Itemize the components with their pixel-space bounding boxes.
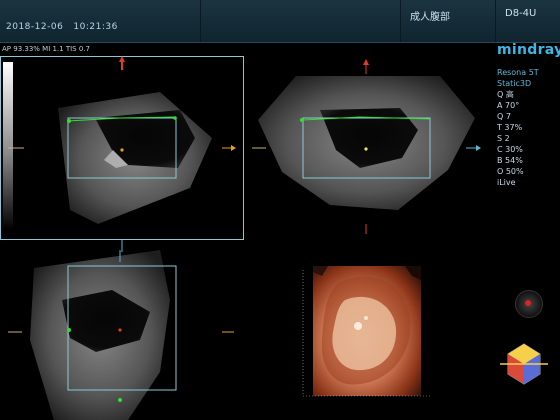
viewport-a[interactable] xyxy=(0,56,244,240)
time-text: 10:21:36 xyxy=(73,22,118,32)
param-t: T 37% xyxy=(497,123,523,132)
param-b: B 54% xyxy=(497,156,523,165)
scan-sector-c xyxy=(8,250,234,420)
topbar-segment-empty xyxy=(200,0,401,42)
side-panel: Resona 5T Static3D Q 高 A 70° Q 7 T 37% S… xyxy=(497,67,539,188)
param-s: S 2 xyxy=(497,134,510,143)
param-o: O 50% xyxy=(497,167,524,176)
system-model: Resona 5T xyxy=(497,68,539,77)
param-quality: Q 高 xyxy=(497,90,514,99)
datetime: 2018-12-06 10:21:36 xyxy=(6,22,118,32)
param-c: C 30% xyxy=(497,145,523,154)
param-angle: A 70° xyxy=(497,101,520,110)
param-q: Q 7 xyxy=(497,112,511,121)
render-3d xyxy=(302,266,430,397)
probe-name[interactable]: D8-4U xyxy=(505,8,536,19)
imaging-mode: Static3D xyxy=(497,79,532,88)
top-status-bar: 2018-12-06 10:21:36 成人腹部 D8-4U xyxy=(0,0,560,43)
acoustic-params: AP 93.33% MI 1.1 TIS 0.7 xyxy=(2,45,90,53)
ilive-label: iLive xyxy=(497,178,516,187)
roi-box-b xyxy=(302,117,431,179)
orientation-cube-icon[interactable] xyxy=(500,340,548,388)
orientation-dot-icon[interactable] xyxy=(515,290,543,318)
topbar-segment-datetime xyxy=(0,0,201,42)
roi-box-c xyxy=(67,265,177,391)
brand-logo: mindray xyxy=(497,42,560,58)
scan-sector-b xyxy=(252,59,481,234)
exam-mode[interactable]: 成人腹部 xyxy=(410,8,450,23)
date-text: 2018-12-06 xyxy=(6,22,64,32)
